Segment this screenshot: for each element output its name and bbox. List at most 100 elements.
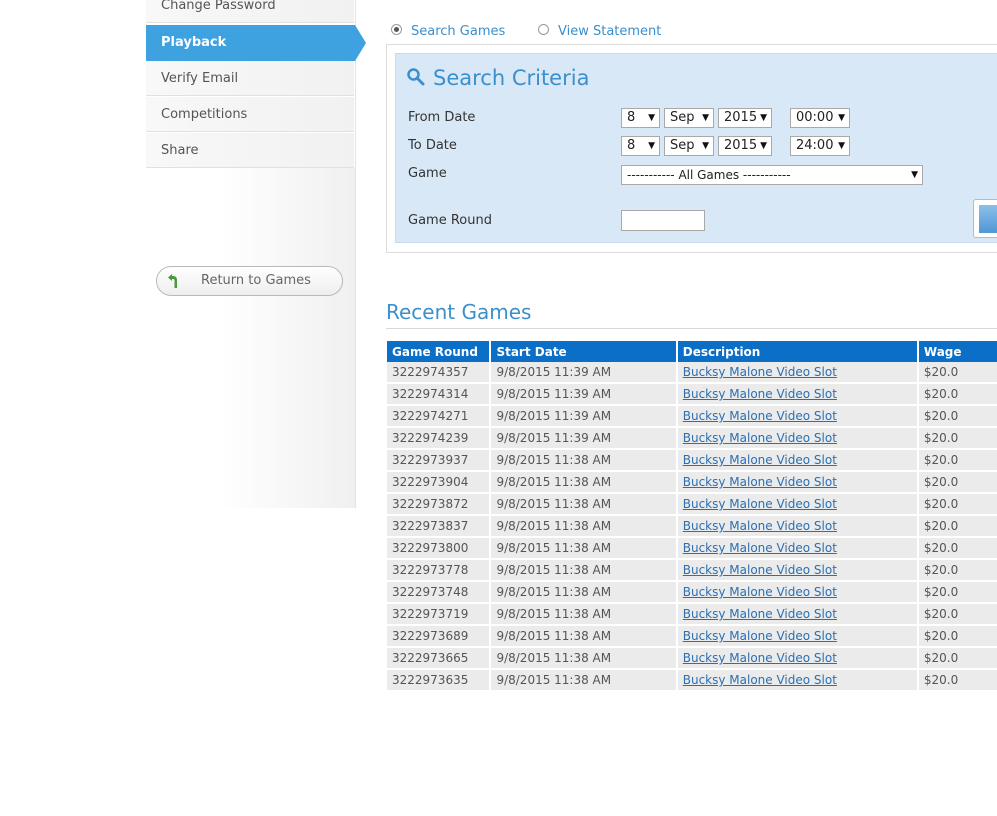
description-cell[interactable]: Bucksy Malone Video Slot bbox=[676, 515, 919, 538]
view-statement-label[interactable]: View Statement bbox=[558, 24, 661, 39]
game-round-label: Game Round bbox=[408, 213, 492, 228]
game-round-cell: 3222973748 bbox=[387, 581, 492, 604]
table-row: 3222974357 9/8/2015 11:39 AM Bucksy Malone… bbox=[387, 362, 997, 384]
column-header-game-round: Game Round bbox=[387, 341, 492, 362]
game-round-cell: 3222974314 bbox=[387, 383, 492, 406]
description-cell[interactable]: Bucksy Malone Video Slot bbox=[676, 471, 919, 494]
description-cell[interactable]: Bucksy Malone Video Slot bbox=[676, 362, 919, 384]
column-header-start-date: Start Date bbox=[490, 341, 678, 362]
recent-games-title: Recent Games bbox=[386, 300, 532, 324]
to-year-select[interactable]: 2015 ▼ bbox=[718, 136, 772, 156]
start-date-cell: 9/8/2015 11:38 AM bbox=[490, 581, 678, 604]
game-description-link[interactable]: Bucksy Malone Video Slot bbox=[683, 453, 837, 467]
game-round-cell: 3222973872 bbox=[387, 493, 492, 516]
game-description-link[interactable]: Bucksy Malone Video Slot bbox=[683, 519, 837, 533]
start-date-cell: 9/8/2015 11:38 AM bbox=[490, 449, 678, 472]
description-cell[interactable]: Bucksy Malone Video Slot bbox=[676, 581, 919, 604]
game-description-link[interactable]: Bucksy Malone Video Slot bbox=[683, 497, 837, 511]
wager-cell: $20.0 bbox=[917, 537, 997, 560]
description-cell[interactable]: Bucksy Malone Video Slot bbox=[676, 559, 919, 582]
start-date-cell: 9/8/2015 11:38 AM bbox=[490, 647, 678, 670]
sidebar-item-playback[interactable]: Playback bbox=[146, 25, 366, 61]
column-header-description: Description bbox=[676, 341, 919, 362]
sidebar: Change Password Playback Verify Email Co… bbox=[146, 0, 366, 508]
table-row: 3222974271 9/8/2015 11:39 AM Bucksy Malone… bbox=[387, 405, 997, 428]
start-date-cell: 9/8/2015 11:39 AM bbox=[490, 427, 678, 450]
start-date-cell: 9/8/2015 11:38 AM bbox=[490, 537, 678, 560]
game-description-link[interactable]: Bucksy Malone Video Slot bbox=[683, 431, 837, 445]
table-row: 3222973937 9/8/2015 11:38 AM Bucksy Malone… bbox=[387, 449, 997, 472]
from-date-label: From Date bbox=[408, 110, 476, 125]
description-cell[interactable]: Bucksy Malone Video Slot bbox=[676, 603, 919, 626]
start-date-cell: 9/8/2015 11:38 AM bbox=[490, 515, 678, 538]
search-criteria-title: Search Criteria bbox=[433, 66, 590, 90]
to-month-select[interactable]: Sep ▼ bbox=[664, 136, 714, 156]
table-row: 3222973872 9/8/2015 11:38 AM Bucksy Malone… bbox=[387, 493, 997, 516]
table-header-row: Game Round Start Date Description Wage bbox=[387, 341, 997, 362]
table-row: 3222973748 9/8/2015 11:38 AM Bucksy Malone… bbox=[387, 581, 997, 604]
description-cell[interactable]: Bucksy Malone Video Slot bbox=[676, 669, 919, 692]
game-round-cell: 3222974357 bbox=[387, 362, 492, 384]
return-to-games-label: Return to Games bbox=[201, 273, 311, 288]
start-date-cell: 9/8/2015 11:38 AM bbox=[490, 603, 678, 626]
wager-cell: $20.0 bbox=[917, 493, 997, 516]
game-round-cell: 3222973937 bbox=[387, 449, 492, 472]
wager-cell: $20.0 bbox=[917, 405, 997, 428]
table-row: 3222973778 9/8/2015 11:38 AM Bucksy Malone… bbox=[387, 559, 997, 582]
from-year-select[interactable]: 2015 ▼ bbox=[718, 108, 772, 128]
game-description-link[interactable]: Bucksy Malone Video Slot bbox=[683, 607, 837, 621]
game-description-link[interactable]: Bucksy Malone Video Slot bbox=[683, 409, 837, 423]
search-icon bbox=[407, 68, 425, 86]
table-row: 3222973837 9/8/2015 11:38 AM Bucksy Malone… bbox=[387, 515, 997, 538]
search-games-radio[interactable] bbox=[391, 24, 402, 35]
description-cell[interactable]: Bucksy Malone Video Slot bbox=[676, 537, 919, 560]
from-month-select[interactable]: Sep ▼ bbox=[664, 108, 714, 128]
search-games-label[interactable]: Search Games bbox=[411, 24, 505, 39]
game-description-link[interactable]: Bucksy Malone Video Slot bbox=[683, 629, 837, 643]
to-time-select[interactable]: 24:00 ▼ bbox=[790, 136, 850, 156]
description-cell[interactable]: Bucksy Malone Video Slot bbox=[676, 449, 919, 472]
game-description-link[interactable]: Bucksy Malone Video Slot bbox=[683, 365, 837, 379]
table-row: 3222974314 9/8/2015 11:39 AM Bucksy Malone… bbox=[387, 383, 997, 406]
wager-cell: $20.0 bbox=[917, 383, 997, 406]
game-description-link[interactable]: Bucksy Malone Video Slot bbox=[683, 585, 837, 599]
wager-cell: $20.0 bbox=[917, 603, 997, 626]
to-day-select[interactable]: 8 ▼ bbox=[621, 136, 660, 156]
table-row: 3222973719 9/8/2015 11:38 AM Bucksy Malone… bbox=[387, 603, 997, 626]
wager-cell: $20.0 bbox=[917, 669, 997, 692]
game-select[interactable]: ----------- All Games ----------- ▼ bbox=[621, 165, 923, 185]
game-round-cell: 3222973837 bbox=[387, 515, 492, 538]
description-cell[interactable]: Bucksy Malone Video Slot bbox=[676, 647, 919, 670]
search-button[interactable] bbox=[973, 199, 997, 238]
sidebar-item-competitions[interactable]: Competitions bbox=[146, 97, 354, 132]
game-round-cell: 3222973665 bbox=[387, 647, 492, 670]
game-description-link[interactable]: Bucksy Malone Video Slot bbox=[683, 541, 837, 555]
game-round-input[interactable] bbox=[621, 210, 705, 231]
from-day-select[interactable]: 8 ▼ bbox=[621, 108, 660, 128]
game-round-cell: 3222973719 bbox=[387, 603, 492, 626]
to-date-label: To Date bbox=[408, 138, 457, 153]
start-date-cell: 9/8/2015 11:38 AM bbox=[490, 669, 678, 692]
description-cell[interactable]: Bucksy Malone Video Slot bbox=[676, 383, 919, 406]
game-round-cell: 3222974271 bbox=[387, 405, 492, 428]
description-cell[interactable]: Bucksy Malone Video Slot bbox=[676, 625, 919, 648]
sidebar-item-change-password[interactable]: Change Password bbox=[146, 0, 354, 23]
sidebar-item-share[interactable]: Share bbox=[146, 133, 354, 168]
game-description-link[interactable]: Bucksy Malone Video Slot bbox=[683, 651, 837, 665]
sidebar-item-verify-email[interactable]: Verify Email bbox=[146, 61, 354, 96]
view-statement-radio[interactable] bbox=[538, 24, 549, 35]
game-description-link[interactable]: Bucksy Malone Video Slot bbox=[683, 673, 837, 687]
from-time-select[interactable]: 00:00 ▼ bbox=[790, 108, 850, 128]
table-row: 3222973904 9/8/2015 11:38 AM Bucksy Malone… bbox=[387, 471, 997, 494]
description-cell[interactable]: Bucksy Malone Video Slot bbox=[676, 405, 919, 428]
table-row: 3222973689 9/8/2015 11:38 AM Bucksy Malone… bbox=[387, 625, 997, 648]
game-description-link[interactable]: Bucksy Malone Video Slot bbox=[683, 563, 837, 577]
column-header-wager: Wage bbox=[917, 341, 997, 362]
return-to-games-button[interactable]: Return to Games bbox=[156, 266, 343, 296]
return-arrow-icon bbox=[168, 274, 177, 288]
start-date-cell: 9/8/2015 11:39 AM bbox=[490, 362, 678, 384]
game-description-link[interactable]: Bucksy Malone Video Slot bbox=[683, 475, 837, 489]
description-cell[interactable]: Bucksy Malone Video Slot bbox=[676, 493, 919, 516]
description-cell[interactable]: Bucksy Malone Video Slot bbox=[676, 427, 919, 450]
game-description-link[interactable]: Bucksy Malone Video Slot bbox=[683, 387, 837, 401]
